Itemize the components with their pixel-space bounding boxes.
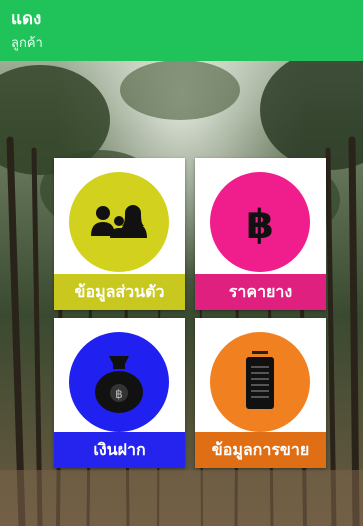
document-icon: [246, 351, 274, 409]
baht-icon: ฿: [246, 202, 274, 246]
app-header: แดง ลูกค้า: [0, 0, 363, 61]
people-icon: [91, 205, 147, 238]
personal-info-circle: [69, 172, 169, 272]
rubber-price-circle: ฿: [210, 172, 310, 272]
menu-tile-deposit[interactable]: ฿ เงินฝาก: [54, 318, 185, 468]
svg-text:฿: ฿: [246, 202, 274, 246]
deposit-label: เงินฝาก: [54, 432, 185, 468]
personal-info-label: ข้อมูลส่วนตัว: [54, 274, 185, 310]
user-name: แดง: [11, 9, 42, 29]
sales-info-circle: [210, 332, 310, 432]
menu-tile-rubber-price[interactable]: ฿ ราคายาง: [195, 158, 326, 310]
menu-tile-sales-info[interactable]: ข้อมูลการขาย: [195, 318, 326, 468]
menu-tile-personal-info[interactable]: ข้อมูลส่วนตัว: [54, 158, 185, 310]
money-bag-icon: ฿: [95, 356, 143, 413]
svg-text:฿: ฿: [115, 387, 123, 401]
user-role: ลูกค้า: [11, 36, 43, 51]
deposit-circle: ฿: [69, 332, 169, 432]
rubber-price-label: ราคายาง: [195, 274, 326, 310]
sales-info-label: ข้อมูลการขาย: [195, 432, 326, 468]
